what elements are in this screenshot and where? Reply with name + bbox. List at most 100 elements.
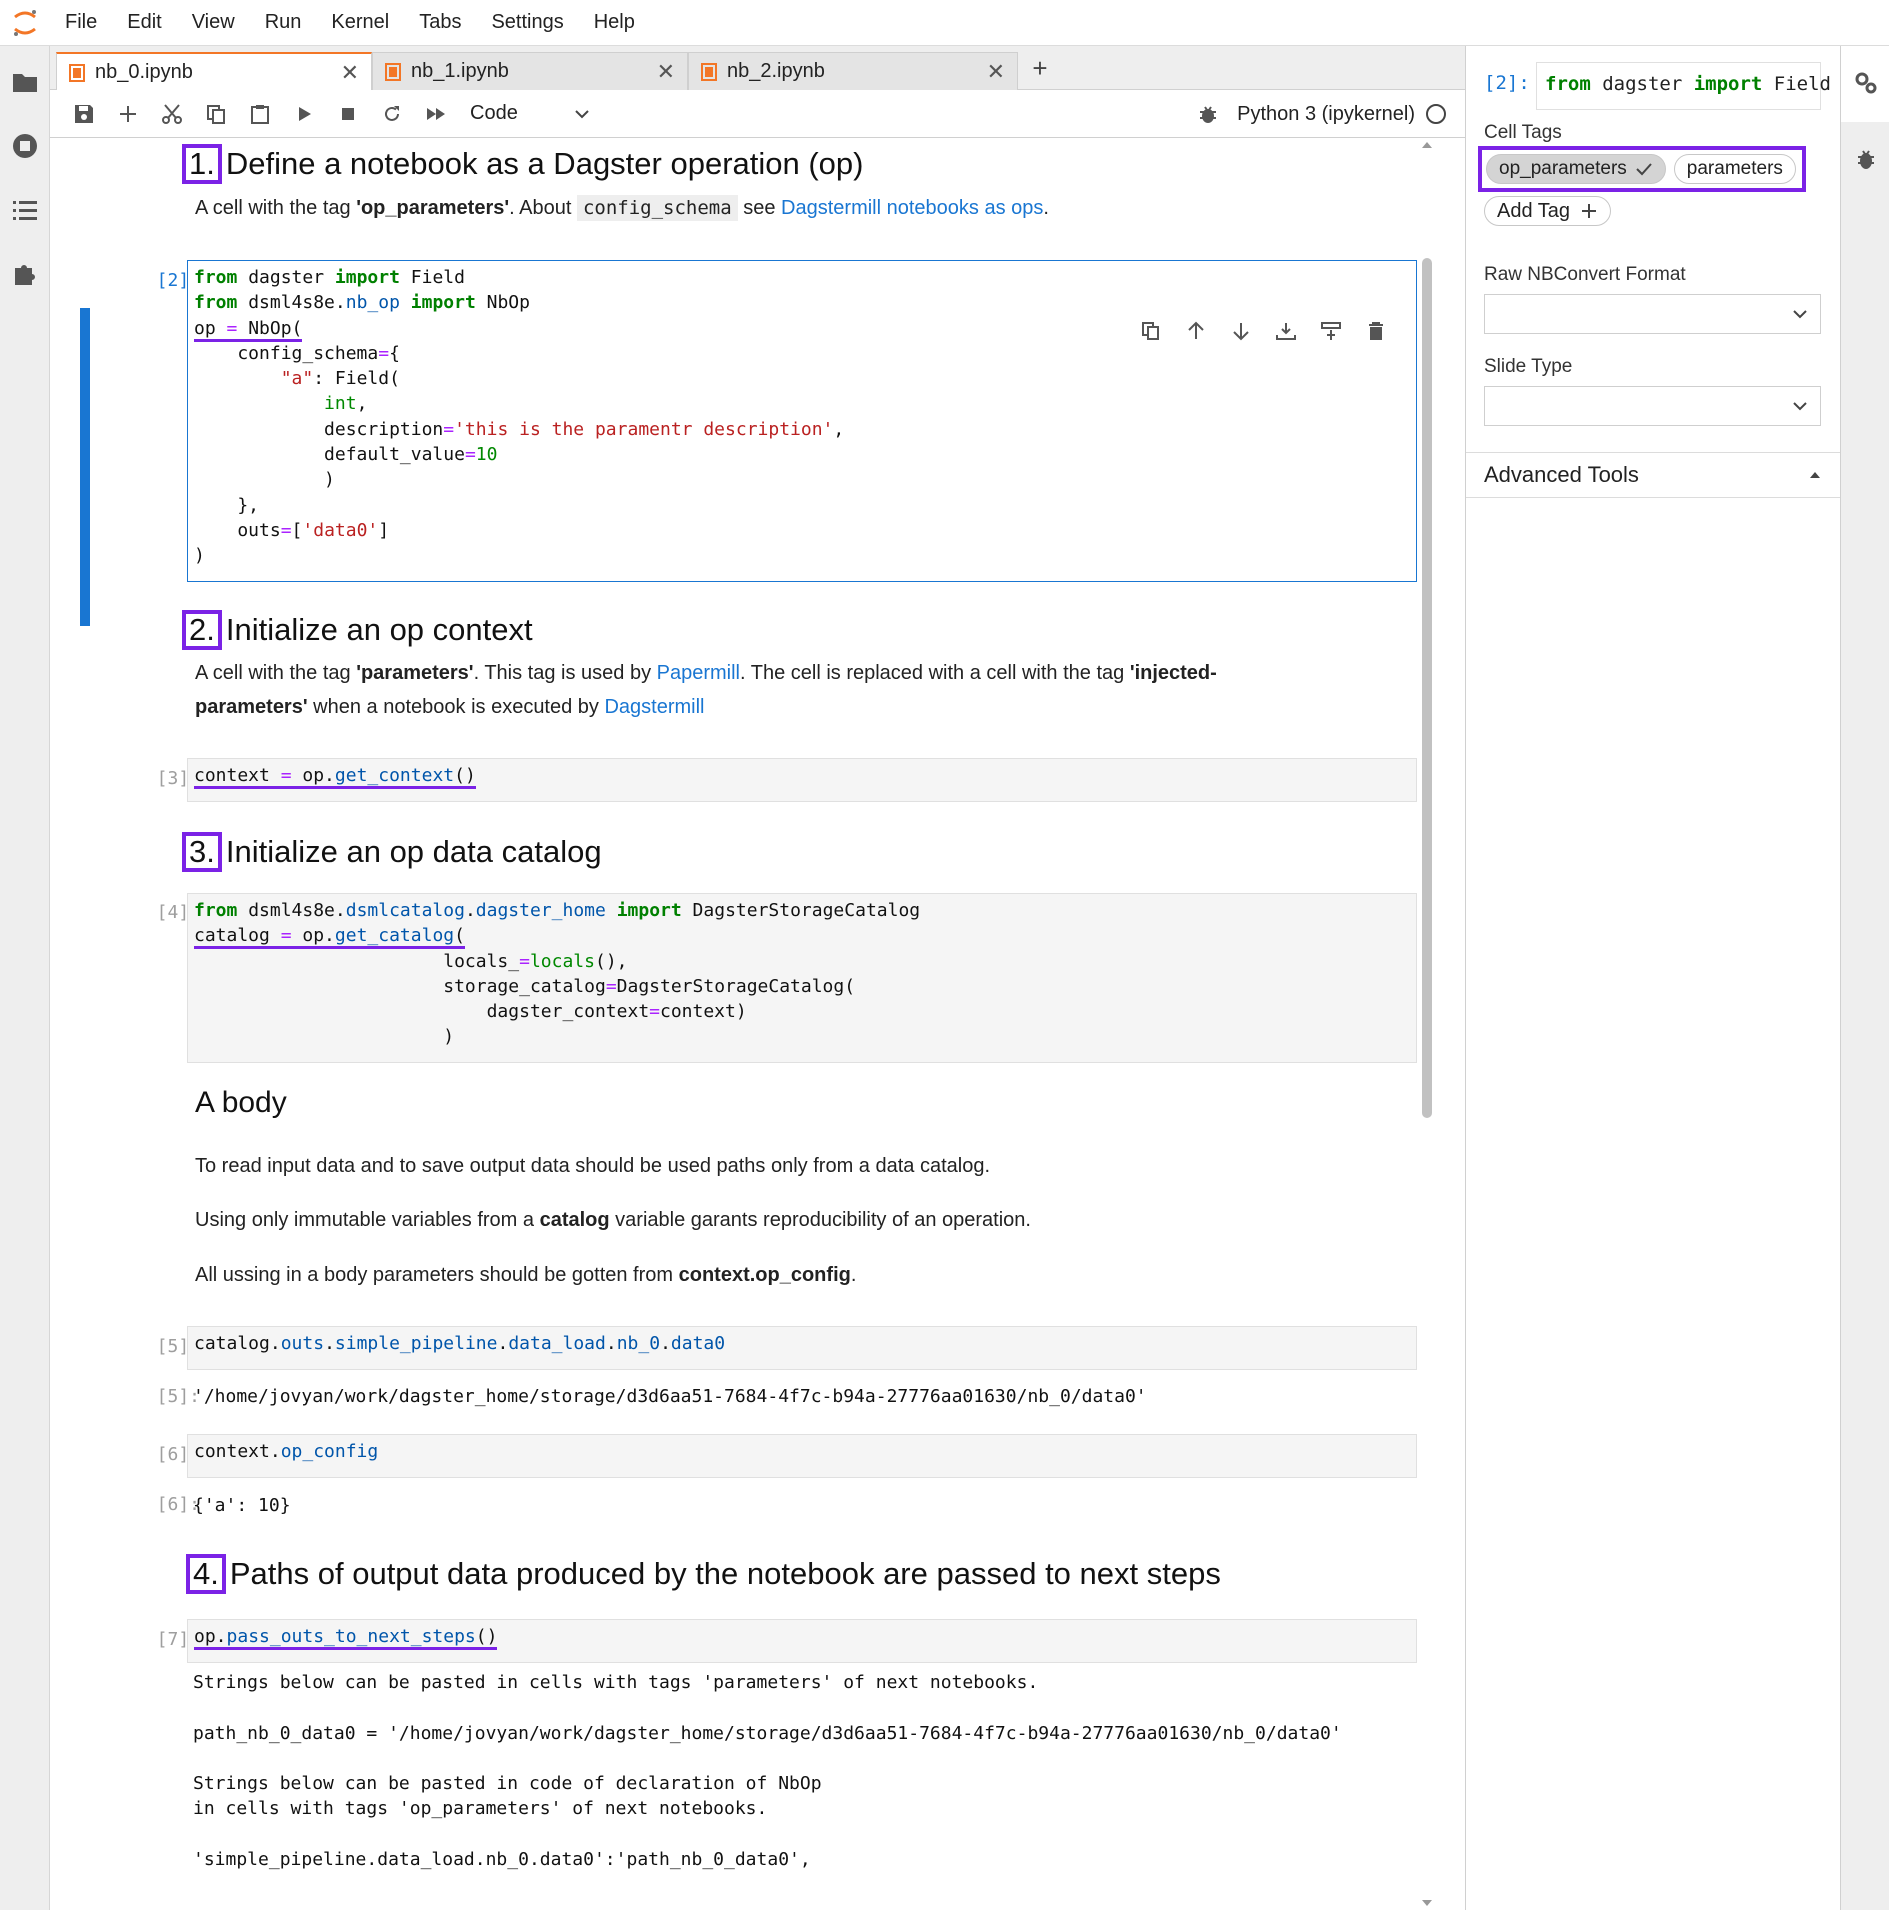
- tag-op-parameters[interactable]: op_parameters: [1486, 154, 1666, 184]
- debugger-bug-icon[interactable]: [1197, 103, 1219, 125]
- move-down-icon[interactable]: [1218, 316, 1263, 346]
- extension-puzzle-icon[interactable]: [11, 260, 39, 288]
- save-icon[interactable]: [62, 94, 106, 134]
- add-tag-label: Add Tag: [1497, 199, 1571, 222]
- active-cell-prompt: [2]:: [1484, 72, 1530, 94]
- tag-label: op_parameters: [1499, 158, 1627, 179]
- cell-type-select[interactable]: Code: [470, 102, 590, 125]
- close-icon[interactable]: ✕: [657, 59, 675, 85]
- heading-op-context: 2. Initialize an op context: [182, 610, 533, 650]
- close-icon[interactable]: ✕: [341, 60, 359, 86]
- duplicate-cell-icon[interactable]: [1128, 316, 1173, 346]
- menu-tabs[interactable]: Tabs: [404, 11, 476, 34]
- right-activity-bar: [1840, 46, 1889, 1910]
- debugger-bug-icon[interactable]: [1853, 146, 1879, 172]
- scrollbar-thumb[interactable]: [1422, 258, 1432, 1118]
- cell-output-stream: Strings below can be pasted in cells wit…: [193, 1670, 1342, 1872]
- active-cell-preview: from dagster import Field: [1536, 62, 1831, 110]
- tab-bar: nb_0.ipynb ✕ nb_1.ipynb ✕ nb_2.ipynb ✕ +: [50, 46, 1465, 91]
- papermill-link[interactable]: Papermill: [657, 662, 740, 684]
- cell-prompt: [3]:: [156, 768, 200, 789]
- run-icon[interactable]: [282, 94, 326, 134]
- markdown-paragraph: Using only immutable variables from a ca…: [195, 1203, 1031, 1237]
- slide-type-select[interactable]: [1484, 386, 1821, 426]
- text: A cell with the tag: [195, 662, 357, 684]
- output-line: path_nb_0_data0 = '/home/jovyan/work/dag…: [193, 1722, 1342, 1744]
- insert-below-icon[interactable]: [1263, 316, 1308, 346]
- menu-edit[interactable]: Edit: [112, 11, 176, 34]
- tag-parameters[interactable]: parameters: [1673, 154, 1796, 184]
- heading-text: Paths of output data produced by the not…: [229, 1556, 1221, 1591]
- stop-icon[interactable]: [326, 94, 370, 134]
- running-stop-icon[interactable]: [11, 132, 39, 160]
- tag-text: 'parameters': [356, 662, 474, 684]
- advanced-tools-header[interactable]: Advanced Tools: [1466, 452, 1840, 498]
- delete-cell-icon[interactable]: [1353, 316, 1398, 346]
- cell-tags-label: Cell Tags: [1484, 122, 1562, 143]
- menu-help[interactable]: Help: [579, 11, 650, 34]
- menu-kernel[interactable]: Kernel: [316, 11, 404, 34]
- insert-above-icon[interactable]: [1308, 316, 1353, 346]
- new-tab-plus-icon[interactable]: +: [1022, 52, 1058, 84]
- kernel-name[interactable]: Python 3 (ipykernel): [1237, 103, 1415, 126]
- menu-run[interactable]: Run: [250, 11, 317, 34]
- tab-nb-2[interactable]: nb_2.ipynb ✕: [688, 52, 1018, 90]
- heading-define-op: 1. Define a notebook as a Dagster operat…: [182, 144, 863, 184]
- menu-view[interactable]: View: [177, 11, 250, 34]
- tab-nb-1[interactable]: nb_1.ipynb ✕: [372, 52, 688, 90]
- code-cell-catalog-outs[interactable]: catalog.outs.simple_pipeline.data_load.n…: [187, 1326, 1417, 1370]
- notebook-icon: [701, 62, 717, 81]
- move-up-icon[interactable]: [1173, 316, 1218, 346]
- caret-up-icon: [1810, 472, 1820, 478]
- fast-forward-icon[interactable]: [414, 94, 458, 134]
- code-cell-op-config[interactable]: context.op_config: [187, 1434, 1417, 1478]
- tab-nb-0[interactable]: nb_0.ipynb ✕: [56, 52, 372, 91]
- heading-text: Define a notebook as a Dagster operation…: [225, 146, 864, 181]
- add-cell-icon[interactable]: [106, 94, 150, 134]
- property-inspector: [2]: from dagster import Field Cell Tags…: [1465, 46, 1840, 1910]
- folder-icon[interactable]: [11, 68, 39, 96]
- raw-format-select[interactable]: [1484, 294, 1821, 334]
- markdown-paragraph: A cell with the tag 'parameters'. This t…: [195, 656, 1295, 724]
- text: .: [850, 1264, 857, 1286]
- close-icon[interactable]: ✕: [987, 59, 1005, 85]
- cut-icon[interactable]: [150, 94, 194, 134]
- text: when a notebook is executed by: [307, 696, 605, 718]
- main-area: nb_0.ipynb ✕ nb_1.ipynb ✕ nb_2.ipynb ✕ +…: [50, 46, 1465, 1910]
- menu-settings[interactable]: Settings: [476, 11, 578, 34]
- dagstermill-notebooks-link[interactable]: Dagstermill notebooks as ops: [781, 197, 1043, 219]
- text: . The cell is replaced with a cell with …: [739, 662, 1130, 684]
- code-cell-get-context[interactable]: context = op.get_context(): [187, 758, 1417, 802]
- heading-a-body: A body: [195, 1086, 287, 1120]
- heading-number: 1.: [182, 144, 222, 184]
- plus-icon: [1582, 204, 1597, 218]
- notebook-scrollbar[interactable]: [1420, 138, 1434, 1910]
- scroll-down-arrow-icon[interactable]: [1420, 1896, 1434, 1910]
- markdown-paragraph: A cell with the tag 'op_parameters'. Abo…: [195, 191, 1405, 225]
- dagstermill-link[interactable]: Dagstermill: [604, 696, 704, 718]
- table-of-contents-icon[interactable]: [11, 196, 39, 224]
- copy-icon[interactable]: [194, 94, 238, 134]
- tag-text: 'injected-: [1129, 662, 1217, 684]
- heading-output-paths: 4. Paths of output data produced by the …: [186, 1554, 1221, 1594]
- menu-file[interactable]: File: [50, 11, 112, 34]
- add-tag-button[interactable]: Add Tag: [1484, 196, 1612, 226]
- code-cell-get-catalog[interactable]: from dsml4s8e.dsmlcatalog.dagster_home i…: [187, 893, 1417, 1063]
- heading-text: Initialize an op context: [225, 612, 533, 647]
- advanced-tools-label: Advanced Tools: [1484, 462, 1639, 487]
- code-cell-pass-outs[interactable]: op.pass_outs_to_next_steps(): [187, 1619, 1417, 1663]
- markdown-paragraph: To read input data and to save output da…: [195, 1155, 990, 1177]
- kernel-status: Python 3 (ipykernel): [1197, 90, 1447, 138]
- notebook-toolbar: Code Python 3 (ipykernel): [50, 90, 1465, 138]
- scroll-up-arrow-icon[interactable]: [1420, 138, 1434, 152]
- cell-type-value: Code: [470, 102, 518, 124]
- code-cell-op-definition[interactable]: from dagster import Field from dsml4s8e.…: [187, 260, 1417, 582]
- paste-icon[interactable]: [238, 94, 282, 134]
- notebook-icon: [69, 63, 85, 82]
- text: Using only immutable variables from a: [195, 1209, 540, 1231]
- restart-icon[interactable]: [370, 94, 414, 134]
- property-inspector-gears-icon[interactable]: [1853, 70, 1879, 96]
